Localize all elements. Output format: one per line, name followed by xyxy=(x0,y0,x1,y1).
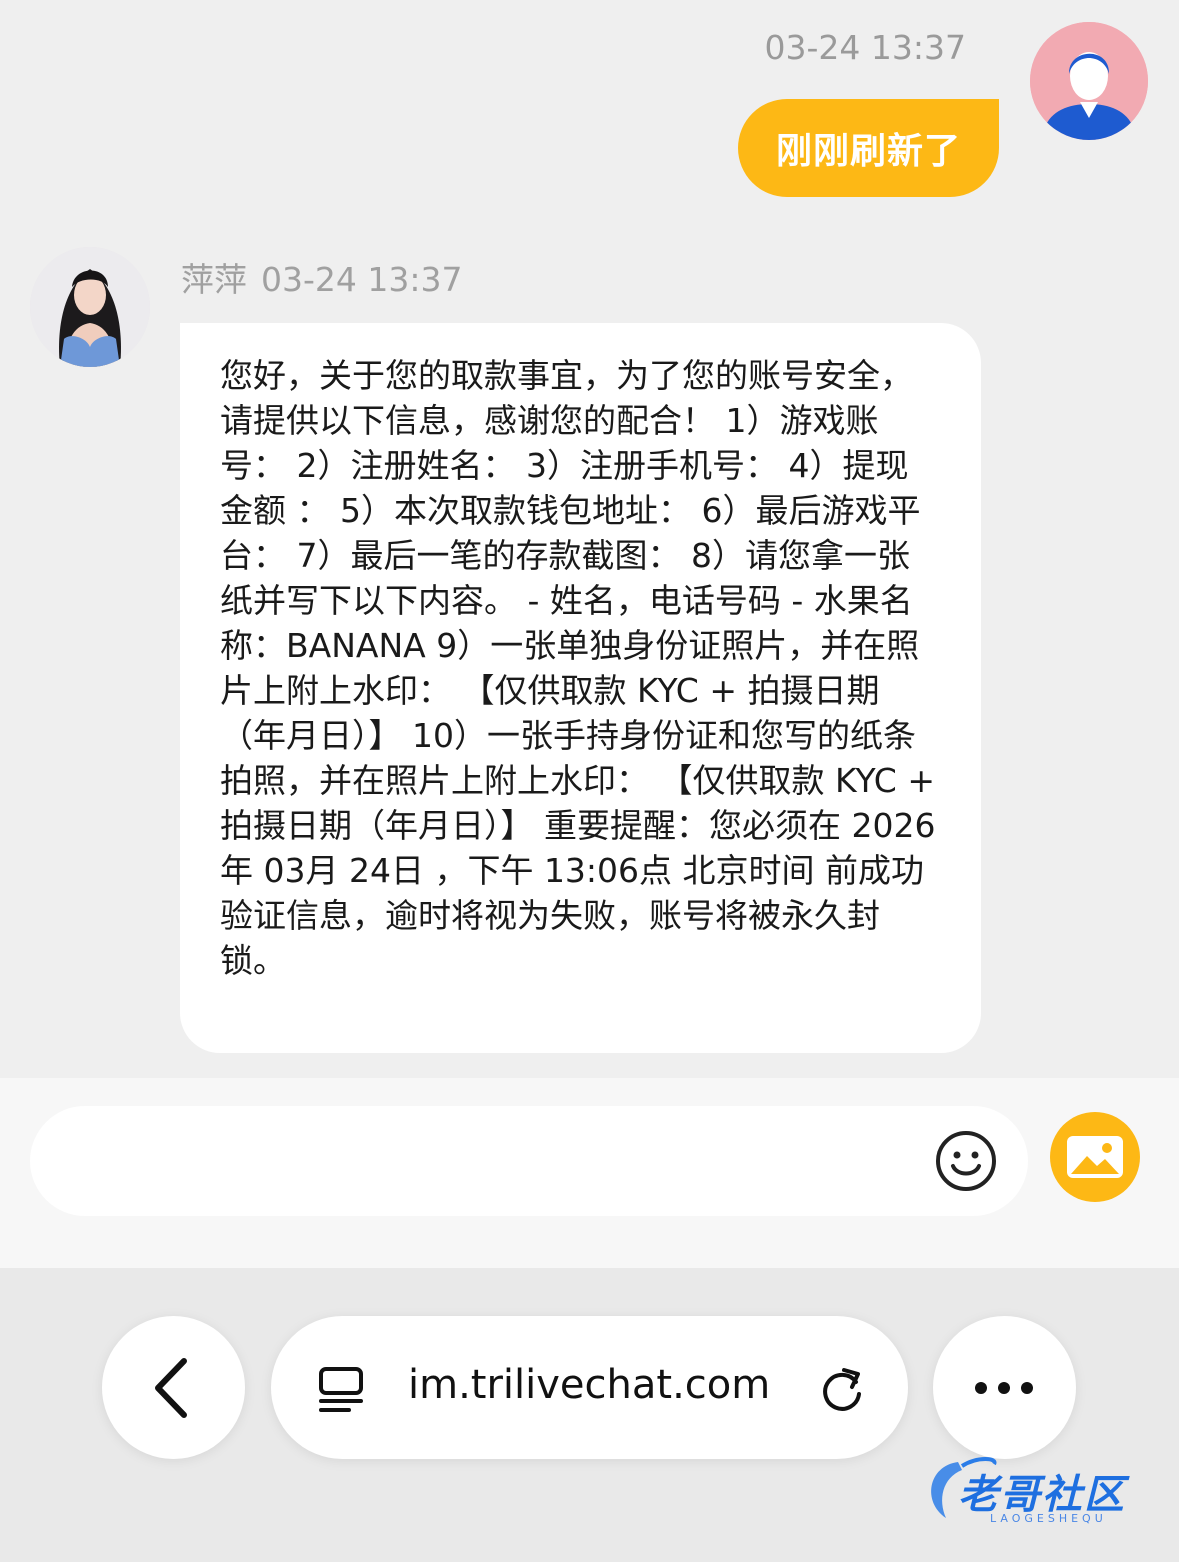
agent-message-timestamp: 03-24 13:37 xyxy=(261,260,463,299)
agent-avatar[interactable] xyxy=(30,247,150,367)
reload-icon[interactable] xyxy=(816,1362,868,1414)
agent-message-bubble: 您好，关于您的取款事宜，为了您的账号安全，请提供以下信息，感谢您的配合！ 1）游… xyxy=(180,323,981,1053)
user-avatar[interactable] xyxy=(1030,22,1148,140)
back-button[interactable] xyxy=(102,1316,245,1459)
agent-meta: 萍萍 03-24 13:37 xyxy=(181,253,462,301)
watermark-subtext: LAOGESHEQU xyxy=(990,1512,1107,1525)
agent-message-text: 您好，关于您的取款事宜，为了您的账号安全，请提供以下信息，感谢您的配合！ 1）游… xyxy=(220,356,936,980)
image-icon xyxy=(1067,1136,1123,1178)
send-image-button[interactable] xyxy=(1050,1112,1140,1202)
agent-avatar-photo xyxy=(30,247,150,367)
chevron-left-icon xyxy=(155,1358,187,1418)
user-avatar-icon xyxy=(1030,22,1148,140)
more-icon xyxy=(975,1382,1033,1394)
more-button[interactable] xyxy=(933,1316,1076,1459)
user-message-timestamp: 03-24 13:37 xyxy=(764,28,966,67)
smiley-icon[interactable] xyxy=(935,1130,997,1192)
user-message-bubble: 刚刚刷新了 xyxy=(738,99,999,197)
url-text[interactable]: im.trilivechat.com xyxy=(408,1362,770,1408)
reader-icon xyxy=(319,1367,363,1412)
agent-name: 萍萍 xyxy=(181,260,247,299)
message-input[interactable] xyxy=(30,1106,1028,1216)
